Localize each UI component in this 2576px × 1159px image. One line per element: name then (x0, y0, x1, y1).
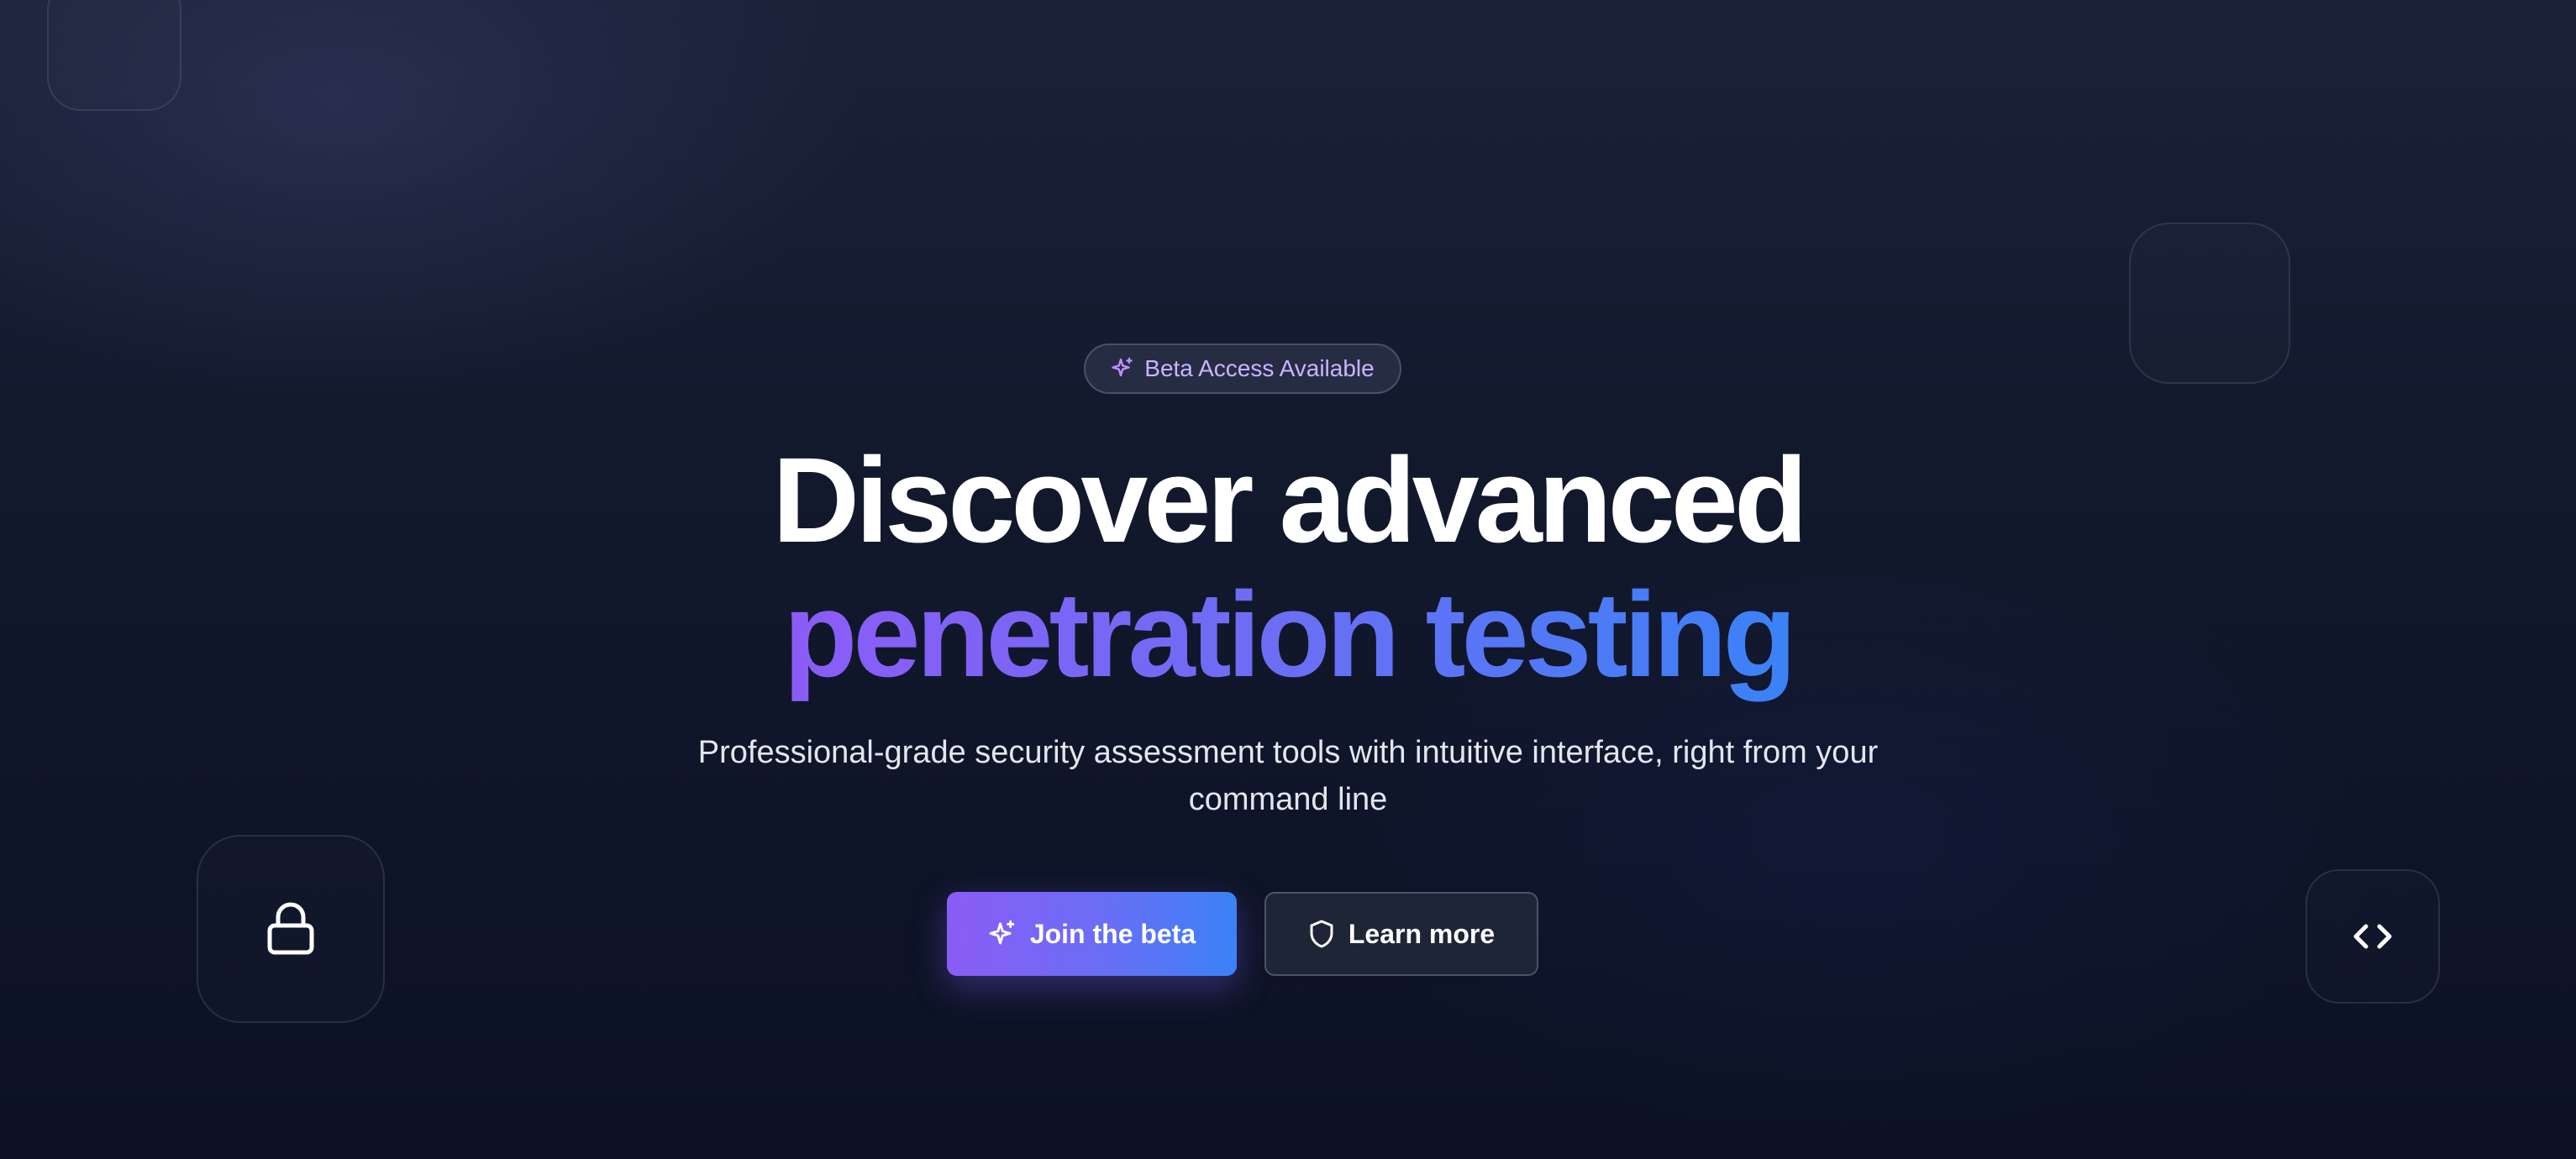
join-beta-button[interactable]: Join the beta (947, 892, 1237, 976)
hero-subtitle: Professional-grade security assessment t… (697, 735, 1879, 817)
headline-gradient: penetration testing (0, 568, 2576, 702)
learn-more-button[interactable]: Learn more (1264, 892, 1538, 976)
sparkles-icon (988, 920, 1017, 948)
beta-access-badge: Beta Access Available (1084, 344, 1401, 394)
headline-primary: Discover advanced (772, 433, 1808, 568)
join-beta-label: Join the beta (1029, 918, 1196, 949)
learn-more-label: Learn more (1348, 918, 1496, 949)
sparkles-icon (1111, 357, 1134, 380)
hero-section: Beta Access Available Discover advanced … (0, 0, 2576, 1159)
headline-gradient-text: penetration testing (783, 567, 1796, 714)
badge-label: Beta Access Available (1144, 355, 1375, 381)
shield-icon (1308, 919, 1335, 949)
